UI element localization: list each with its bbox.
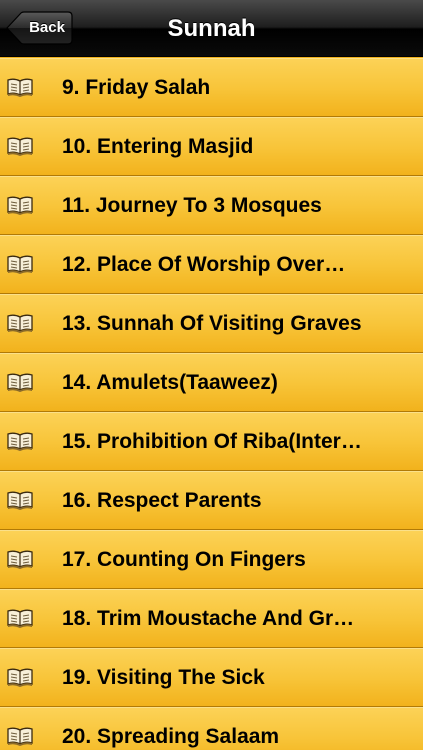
open-book-icon [6,136,34,156]
open-book-icon [6,372,34,392]
list-item[interactable]: 19. Visiting The Sick [0,648,423,707]
open-book-icon [6,254,34,274]
open-book-icon [6,195,34,215]
open-book-icon [6,667,34,687]
list-item[interactable]: 13. Sunnah Of Visiting Graves [0,294,423,353]
back-button-label: Back [29,19,65,36]
list-item-label: 9. Friday Salah [62,76,211,99]
list-item[interactable]: 15. Prohibition Of Riba(Inter… [0,412,423,471]
list-item-label: 20. Spreading Salaam [62,725,280,748]
list-item[interactable]: 18. Trim Moustache And Gr… [0,589,423,648]
list-item-label: 17. Counting On Fingers [62,548,306,571]
chapter-list: 9. Friday Salah 10. Entering Masjid 11. … [0,58,423,750]
list-item[interactable]: 11. Journey To 3 Mosques [0,176,423,235]
back-button[interactable]: Back [6,11,73,45]
open-book-icon [6,313,34,333]
list-item[interactable]: 12. Place Of Worship Over… [0,235,423,294]
open-book-icon [6,490,34,510]
list-item[interactable]: 20. Spreading Salaam [0,707,423,750]
list-item-label: 11. Journey To 3 Mosques [62,194,322,217]
list-item-label: 18. Trim Moustache And Gr… [62,607,355,630]
list-item[interactable]: 17. Counting On Fingers [0,530,423,589]
list-item-label: 15. Prohibition Of Riba(Inter… [62,430,362,453]
list-item[interactable]: 10. Entering Masjid [0,117,423,176]
open-book-icon [6,77,34,97]
list-item-label: 13. Sunnah Of Visiting Graves [62,312,362,335]
open-book-icon [6,726,34,746]
list-item-label: 19. Visiting The Sick [62,666,265,689]
list-item[interactable]: 14. Amulets(Taaweez) [0,353,423,412]
open-book-icon [6,608,34,628]
open-book-icon [6,549,34,569]
page-title: Sunnah [167,15,256,42]
list-item[interactable]: 16. Respect Parents [0,471,423,530]
list-item-label: 12. Place Of Worship Over… [62,253,346,276]
list-item-label: 14. Amulets(Taaweez) [62,371,278,394]
list-item-label: 10. Entering Masjid [62,135,254,158]
list-item[interactable]: 9. Friday Salah [0,58,423,117]
navigation-bar: Back Sunnah [0,0,423,57]
open-book-icon [6,431,34,451]
list-item-label: 16. Respect Parents [62,489,262,512]
